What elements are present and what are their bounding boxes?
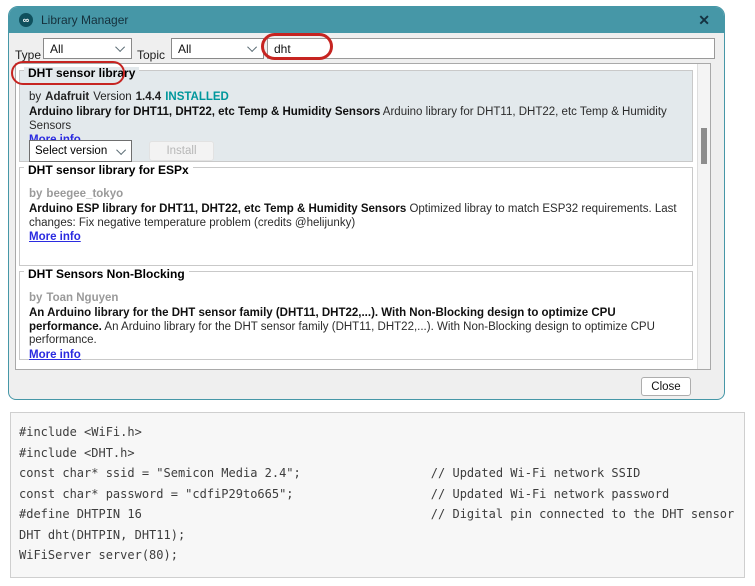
topic-select-value: All (178, 42, 191, 56)
chevron-down-icon (116, 145, 126, 155)
topic-label: Topic (137, 48, 165, 62)
page: ∞ Library Manager ✕ Type All Topic All D… (0, 0, 755, 586)
more-info-link[interactable]: More info (29, 349, 81, 362)
titlebar[interactable]: ∞ Library Manager ✕ (9, 7, 724, 33)
window-close-icon[interactable]: ✕ (694, 12, 714, 29)
scrollbar-thumb[interactable] (701, 128, 707, 164)
chevron-down-icon (247, 42, 257, 52)
library-title: DHT Sensors Non-Blocking (24, 268, 189, 281)
code-snippet: #include <WiFi.h> #include <DHT.h> const… (10, 412, 745, 578)
library-entry-dht-sensor-library[interactable]: DHT sensor library byAdafruitVersion1.4.… (19, 70, 693, 162)
type-select-value: All (50, 42, 63, 56)
version-install-row: Select version Install (29, 140, 684, 162)
library-title: DHT sensor library (24, 67, 139, 80)
library-description: An Arduino library for the DHT sensor fa… (29, 307, 684, 348)
topic-select[interactable]: All (171, 38, 264, 59)
window-title: Library Manager (41, 13, 128, 27)
installed-badge: INSTALLED (165, 91, 229, 103)
library-byline: bybeegee_tokyo (29, 188, 684, 200)
library-entry-dht-sensor-library-espx[interactable]: DHT sensor library for ESPx bybeegee_tok… (19, 167, 693, 266)
library-byline: byAdafruitVersion1.4.4INSTALLED (29, 91, 684, 103)
library-list: DHT sensor library byAdafruitVersion1.4.… (15, 63, 711, 370)
arduino-logo-icon: ∞ (19, 13, 33, 27)
install-button[interactable]: Install (149, 141, 214, 161)
close-button[interactable]: Close (641, 377, 691, 396)
library-manager-window: ∞ Library Manager ✕ Type All Topic All D… (8, 6, 725, 400)
library-description: Arduino ESP library for DHT11, DHT22, et… (29, 203, 684, 230)
more-info-link[interactable]: More info (29, 231, 81, 244)
library-description: Arduino library for DHT11, DHT22, etc Te… (29, 106, 684, 133)
library-byline: byToan Nguyen (29, 292, 684, 304)
chevron-down-icon (115, 42, 125, 52)
library-title: DHT sensor library for ESPx (24, 164, 193, 177)
search-input[interactable] (267, 38, 715, 59)
version-select[interactable]: Select version (29, 140, 132, 162)
code-text: #include <WiFi.h> #include <DHT.h> const… (11, 413, 744, 566)
type-select[interactable]: All (43, 38, 132, 59)
library-entry-dht-sensors-non-blocking[interactable]: DHT Sensors Non-Blocking byToan Nguyen A… (19, 271, 693, 360)
scrollbar-track[interactable] (697, 64, 710, 369)
type-label: Type (15, 48, 41, 62)
